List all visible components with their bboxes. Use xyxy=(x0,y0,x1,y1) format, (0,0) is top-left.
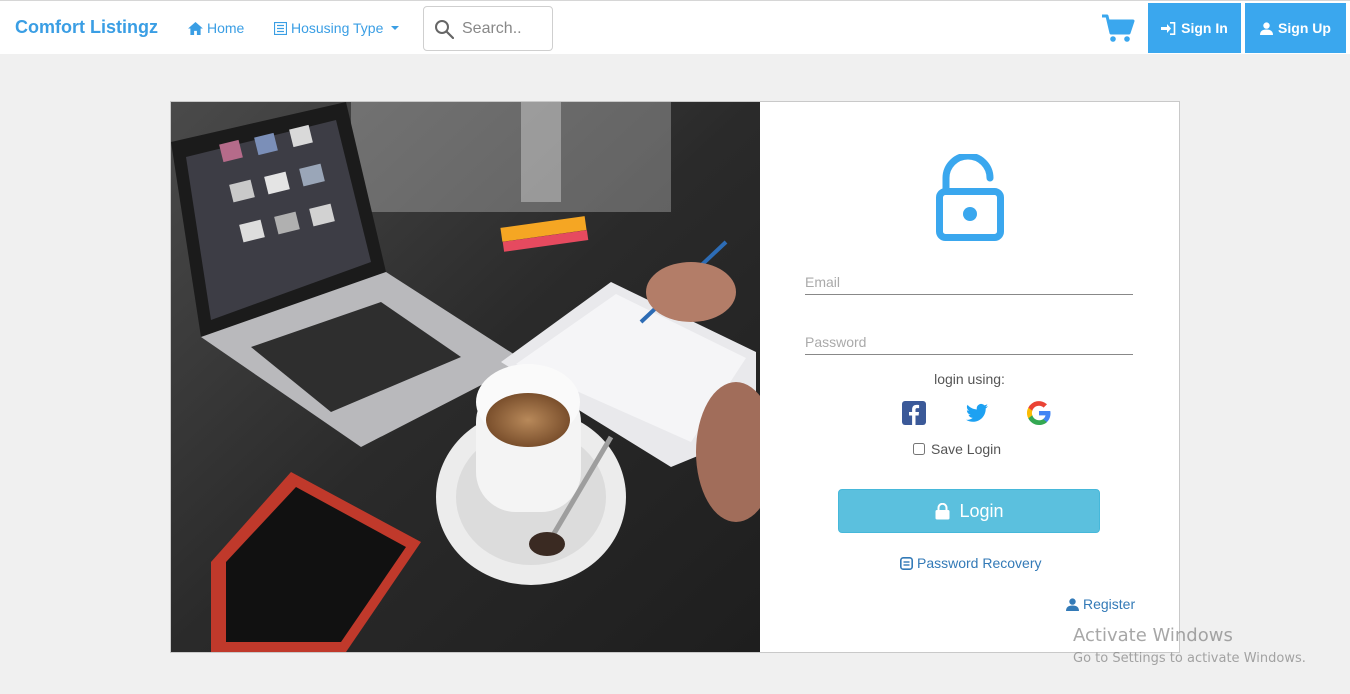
watermark-subtitle: Go to Settings to activate Windows. xyxy=(1073,651,1306,666)
nav-housing-label: Hosusing Type xyxy=(291,20,384,36)
email-field[interactable] xyxy=(805,270,1133,295)
password-recovery-link[interactable]: Password Recovery xyxy=(900,555,1042,571)
top-navbar: Comfort Listingz Home Hosusing Type Sear… xyxy=(0,0,1350,54)
user-icon xyxy=(1066,597,1079,611)
facebook-icon[interactable] xyxy=(902,401,926,425)
shopping-cart-icon xyxy=(1102,14,1135,42)
home-icon xyxy=(188,21,203,35)
sign-up-button[interactable]: Sign Up xyxy=(1245,3,1346,53)
watermark-title: Activate Windows xyxy=(1073,625,1233,646)
twitter-icon[interactable] xyxy=(965,401,989,425)
workspace-photo xyxy=(171,102,760,652)
login-using-label: login using: xyxy=(934,371,1005,387)
sign-in-label: Sign In xyxy=(1181,20,1228,36)
password-recovery-label: Password Recovery xyxy=(917,555,1042,571)
sign-in-icon xyxy=(1161,21,1176,35)
brand-link[interactable]: Comfort Listingz xyxy=(15,17,158,38)
list-icon xyxy=(274,21,287,35)
user-icon xyxy=(1260,21,1274,35)
sign-in-button[interactable]: Sign In xyxy=(1148,3,1241,53)
cart-button[interactable] xyxy=(1101,13,1135,43)
search-icon xyxy=(435,19,454,39)
login-button[interactable]: Login xyxy=(838,489,1100,533)
save-login-row[interactable]: Save Login xyxy=(913,441,1001,457)
desk-photo-illustration xyxy=(171,102,760,652)
search-box xyxy=(423,6,553,51)
save-login-label: Save Login xyxy=(931,441,1002,457)
nav-housing-type-dropdown[interactable]: Hosusing Type xyxy=(274,20,400,36)
login-card: login using: Save Login Login xyxy=(170,101,1180,653)
nav-home-link[interactable]: Home xyxy=(188,20,244,36)
search-input[interactable] xyxy=(460,18,552,39)
login-button-label: Login xyxy=(959,500,1004,521)
register-link[interactable]: Register xyxy=(1066,596,1135,612)
unlocked-padlock-icon xyxy=(936,154,1004,241)
recovery-icon xyxy=(900,556,913,570)
password-field[interactable] xyxy=(805,330,1133,355)
nav-home-label: Home xyxy=(207,20,245,36)
google-icon[interactable] xyxy=(1027,401,1051,425)
caret-down-icon xyxy=(391,26,400,30)
lock-icon xyxy=(935,502,950,519)
sign-up-label: Sign Up xyxy=(1278,20,1331,36)
save-login-checkbox[interactable] xyxy=(913,443,925,455)
register-label: Register xyxy=(1083,596,1136,612)
login-form: login using: Save Login Login xyxy=(760,102,1179,652)
windows-activation-watermark: Activate Windows Go to Settings to activ… xyxy=(1073,625,1306,666)
